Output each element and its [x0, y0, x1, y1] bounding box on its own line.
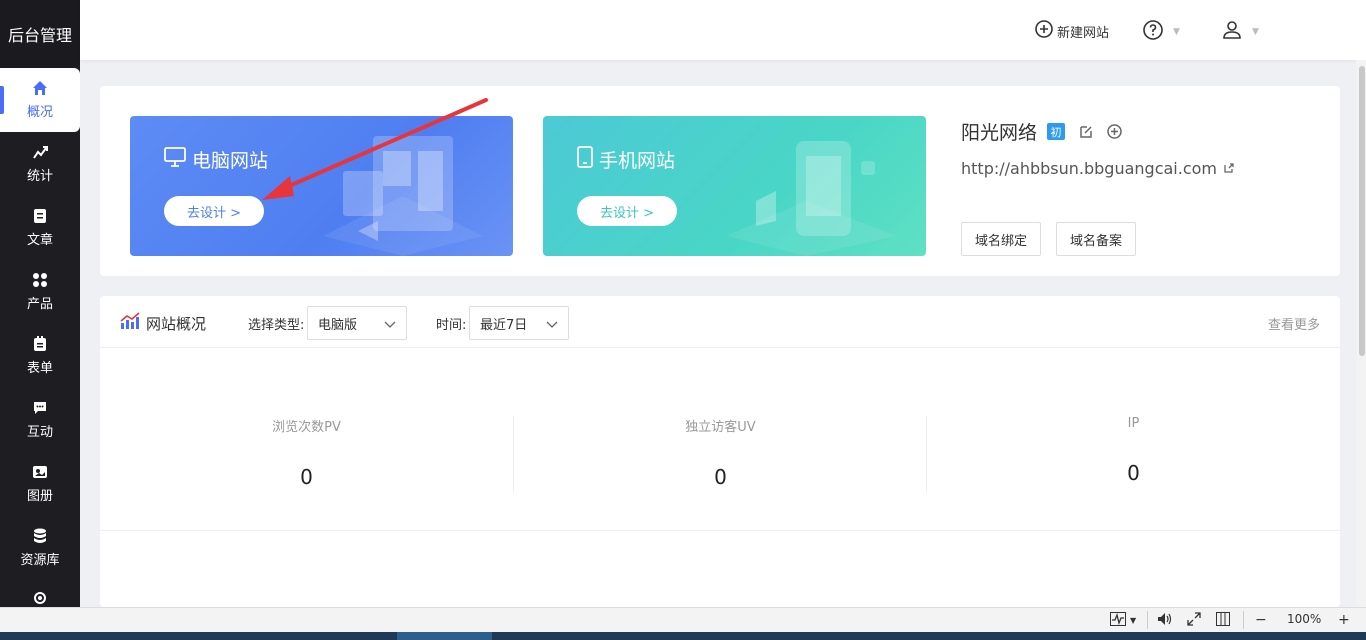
zoom-level: 100%	[1287, 612, 1322, 626]
pulse-icon	[1110, 612, 1126, 629]
status-separator	[1147, 611, 1148, 629]
layout-button[interactable]	[1216, 612, 1230, 629]
grid-icon	[32, 272, 48, 288]
time-select-value: 最近7日	[480, 317, 528, 333]
expand-icon	[1187, 612, 1201, 629]
mobile-design-button[interactable]: 去设计 >	[577, 196, 677, 226]
sidebar-item-label: 统计	[26, 169, 53, 184]
sidebar-item-label: 产品	[26, 297, 53, 312]
sidebar-item-articles[interactable]: 文章	[0, 196, 80, 260]
site-url[interactable]: http://ahbbsun.bbguangcai.com	[961, 159, 1235, 178]
chevron-down-icon: ▼	[1252, 27, 1259, 37]
mobile-site-card[interactable]: 手机网站 去设计 >	[543, 116, 926, 256]
zoom-in-button[interactable]: +	[1338, 612, 1350, 628]
stat-value: 0	[714, 465, 727, 489]
sidebar-item-products[interactable]: 产品	[0, 260, 80, 324]
columns-icon	[1216, 612, 1230, 629]
sidebar-item-interaction[interactable]: 互动	[0, 388, 80, 452]
overview-title-text: 网站概况	[146, 314, 207, 333]
site-overview-panel: 网站概况 选择类型: 电脑版 时间: 最近7日 查看更多 浏览次数PV 0 独立…	[100, 296, 1340, 607]
site-name-text: 阳光网络	[961, 122, 1038, 144]
home-icon	[32, 80, 48, 96]
stat-label: 浏览次数PV	[272, 420, 341, 435]
time-select[interactable]: 最近7日	[469, 306, 569, 340]
volume-button[interactable]	[1157, 612, 1173, 629]
external-link-icon[interactable]	[1223, 159, 1235, 178]
overview-divider	[100, 530, 1340, 531]
brand-title: 后台管理	[0, 0, 80, 68]
taskbar-active-item[interactable]	[397, 632, 492, 640]
chevron-down-icon	[384, 318, 396, 333]
sidebar-item-label: 表单	[26, 361, 53, 376]
user-menu[interactable]: ▼	[1222, 20, 1259, 44]
database-icon	[32, 528, 48, 544]
article-icon	[32, 208, 48, 224]
stat-label: 独立访客UV	[685, 420, 756, 435]
sidebar-item-forms[interactable]: 表单	[0, 324, 80, 388]
sidebar-item-label: 图册	[26, 489, 53, 504]
type-label: 选择类型:	[248, 318, 305, 333]
new-site-button[interactable]: 新建网站	[1035, 20, 1109, 42]
plan-badge: 初	[1047, 123, 1066, 140]
chevron-down-icon	[546, 318, 558, 333]
mobile-site-title-text: 手机网站	[599, 150, 676, 172]
chart-icon	[32, 144, 48, 160]
sidebar-item-label: 文章	[26, 233, 53, 248]
type-select[interactable]: 电脑版	[307, 306, 407, 340]
os-taskbar	[0, 632, 1366, 640]
speaker-icon	[1157, 612, 1173, 629]
mobile-site-title: 手机网站	[577, 146, 675, 173]
settings-icon	[32, 590, 48, 605]
help-menu[interactable]: ▼	[1143, 20, 1180, 44]
status-separator	[1243, 611, 1244, 629]
top-header: 新建网站 ▼ ▼	[80, 0, 1366, 60]
bind-domain-button[interactable]: 域名绑定	[961, 222, 1041, 256]
stat-uv: 独立访客UV 0	[514, 416, 927, 492]
trend-chart-icon	[120, 312, 140, 334]
stat-label: IP	[1127, 416, 1140, 431]
overview-title: 网站概况	[120, 312, 206, 334]
site-url-text[interactable]: http://ahbbsun.bbguangcai.com	[961, 159, 1217, 178]
stat-value: 0	[300, 465, 313, 489]
time-label: 时间:	[436, 318, 467, 333]
zoom-out-button[interactable]: −	[1255, 612, 1267, 628]
phone-icon	[577, 146, 593, 173]
sidebar-item-label: 概况	[26, 105, 53, 120]
chevron-down-icon: ▼	[1130, 616, 1137, 625]
sidebar-item-more[interactable]	[0, 580, 80, 610]
form-icon	[32, 336, 48, 352]
sidebar-item-resources[interactable]: 资源库	[0, 516, 80, 580]
overview-header: 网站概况 选择类型: 电脑版 时间: 最近7日 查看更多	[100, 296, 1340, 348]
monitor-icon	[164, 147, 186, 172]
stat-value: 0	[1127, 461, 1140, 485]
add-circle-icon[interactable]	[1107, 124, 1122, 139]
fullscreen-button[interactable]	[1187, 612, 1201, 629]
sidebar-item-stats[interactable]: 统计	[0, 132, 80, 196]
mobile-illustration	[726, 141, 896, 256]
help-icon	[1143, 20, 1163, 44]
new-site-label: 新建网站	[1057, 25, 1110, 41]
site-name: 阳光网络 初	[961, 118, 1122, 145]
chat-icon	[32, 400, 48, 416]
browser-status-bar: ▼ − 100% +	[0, 607, 1366, 632]
plus-circle-icon	[1035, 20, 1053, 42]
sidebar-item-overview[interactable]: 概况	[0, 68, 80, 132]
edit-icon[interactable]	[1079, 125, 1093, 139]
performance-button[interactable]: ▼	[1110, 612, 1136, 629]
sidebar: 后台管理 概况 统计 文章 产品 表单 互动 图册 资源库	[0, 0, 80, 632]
view-more-link[interactable]: 查看更多	[1268, 314, 1320, 333]
album-icon	[32, 464, 48, 480]
sidebar-item-album[interactable]: 图册	[0, 452, 80, 516]
user-icon	[1222, 20, 1242, 44]
pc-design-button[interactable]: 去设计 >	[164, 196, 264, 226]
chevron-down-icon: ▼	[1173, 27, 1180, 37]
type-select-value: 电脑版	[318, 317, 358, 333]
stat-ip: IP 0	[927, 416, 1340, 492]
annotation-arrow	[262, 98, 488, 200]
scrollbar-thumb[interactable]	[1359, 66, 1365, 356]
stat-pv: 浏览次数PV 0	[100, 416, 513, 492]
sidebar-item-label: 互动	[26, 425, 53, 440]
sidebar-item-label: 资源库	[20, 553, 60, 568]
domain-icp-button[interactable]: 域名备案	[1056, 222, 1136, 256]
